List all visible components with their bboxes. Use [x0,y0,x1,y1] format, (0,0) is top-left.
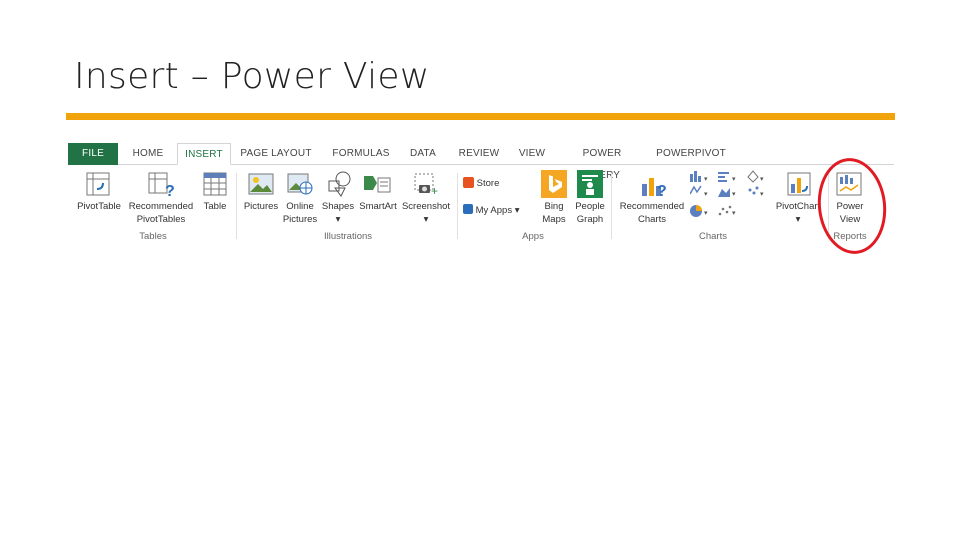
svg-text:+: + [431,184,438,197]
shapes-dropdown-icon: ▾ [335,214,341,225]
online-pictures-button[interactable]: Online Pictures [280,200,320,226]
recommended-pivottables-label-1: Recommended [128,201,194,212]
svg-text:▾: ▾ [704,176,708,183]
people-graph-label-1: People [575,201,605,212]
slide-title: Insert – Power View [74,56,430,97]
svg-text:▾: ▾ [732,210,736,217]
tab-view[interactable]: VIEW [516,143,548,165]
online-pictures-label-1: Online [286,201,314,212]
pivotchart-button[interactable]: PivotChart ▾ [772,200,824,226]
tab-page-layout[interactable]: PAGE LAYOUT [240,143,312,165]
ribbon-tabs: FILE HOME INSERT PAGE LAYOUT FORMULAS DA… [68,143,894,181]
shapes-button[interactable]: Shapes ▾ [320,200,356,226]
myapps-icon [463,204,473,214]
store-button[interactable]: Store [463,177,513,190]
smartart-button[interactable]: SmartArt [356,200,400,213]
chart-types-gallery-icon: ▾ ▾ ▾ ▾ ▾ ▾ ▾ ▾ [690,170,764,217]
shapes-icon [328,171,351,197]
recommended-charts-icon: ? [642,178,667,198]
store-label: Store [476,178,500,189]
group-label-charts: Charts [699,231,727,242]
tab-home[interactable]: HOME [126,143,170,165]
recommended-pivottables-label-2: PivotTables [136,214,186,225]
online-pictures-label-2: Pictures [282,214,318,225]
myapps-label: My Apps [475,205,513,216]
svg-text:▾: ▾ [760,176,764,183]
people-graph-label-2: Graph [576,214,604,225]
tab-power-query[interactable]: POWER QUERY [564,143,640,181]
recommended-pivottables-button[interactable]: Recommended PivotTables [126,200,196,226]
bing-maps-label-1: Bing [544,201,564,212]
group-separator [611,173,612,239]
pivottable-icon [86,172,110,196]
screenshot-button[interactable]: Screenshot ▾ [400,200,452,226]
bing-maps-button[interactable]: Bing Maps [536,200,572,226]
svg-text:▾: ▾ [732,176,736,183]
recommended-pivottables-icon: ? [148,172,175,198]
tab-data[interactable]: DATA [406,143,440,165]
svg-text:▾: ▾ [732,191,736,198]
excel-ribbon: FILE HOME INSERT PAGE LAYOUT FORMULAS DA… [68,143,894,245]
online-pictures-icon [287,173,313,195]
pictures-button[interactable]: Pictures [240,200,282,213]
pictures-icon [248,173,274,195]
tab-formulas[interactable]: FORMULAS [330,143,392,165]
group-separator [236,173,237,239]
svg-text:▾: ▾ [760,191,764,198]
group-label-illustrations: Illustrations [323,231,373,242]
group-label-tables: Tables [139,231,167,242]
recommended-charts-button[interactable]: Recommended Charts [614,200,690,226]
table-icon [203,172,227,196]
recommended-charts-label-2: Charts [638,214,666,225]
svg-text:▾: ▾ [704,191,708,198]
pivotchart-label: PivotChart [775,201,821,212]
tab-insert[interactable]: INSERT [177,143,231,165]
screenshot-label: Screenshot [401,201,451,212]
pivottable-button[interactable]: PivotTable [72,200,126,213]
group-label-apps: Apps [522,231,544,242]
bing-maps-icon [541,170,567,198]
store-icon [463,177,474,188]
pivotchart-icon [787,172,811,196]
tab-review[interactable]: REVIEW [456,143,502,165]
bing-maps-label-2: Maps [542,214,566,225]
people-graph-button[interactable]: People Graph [572,200,608,226]
tab-powerpivot[interactable]: POWERPIVOT [656,143,726,165]
title-accent-bar [66,113,895,120]
smartart-icon [364,176,391,193]
myapps-dropdown-icon: ▾ [514,205,520,216]
pivotchart-dropdown-icon: ▾ [795,214,801,225]
svg-text:▾: ▾ [704,210,708,217]
tab-file[interactable]: FILE [68,143,118,165]
recommended-charts-label-1: Recommended [619,201,685,212]
myapps-button[interactable]: My Apps ▾ [463,204,533,217]
svg-text:?: ? [657,183,667,198]
screenshot-dropdown-icon: ▾ [423,214,429,225]
svg-text:?: ? [165,183,175,198]
screenshot-icon: + [414,173,438,197]
table-button[interactable]: Table [198,200,232,213]
people-graph-icon [577,170,603,198]
shapes-label: Shapes [321,201,355,212]
group-separator [457,173,458,239]
